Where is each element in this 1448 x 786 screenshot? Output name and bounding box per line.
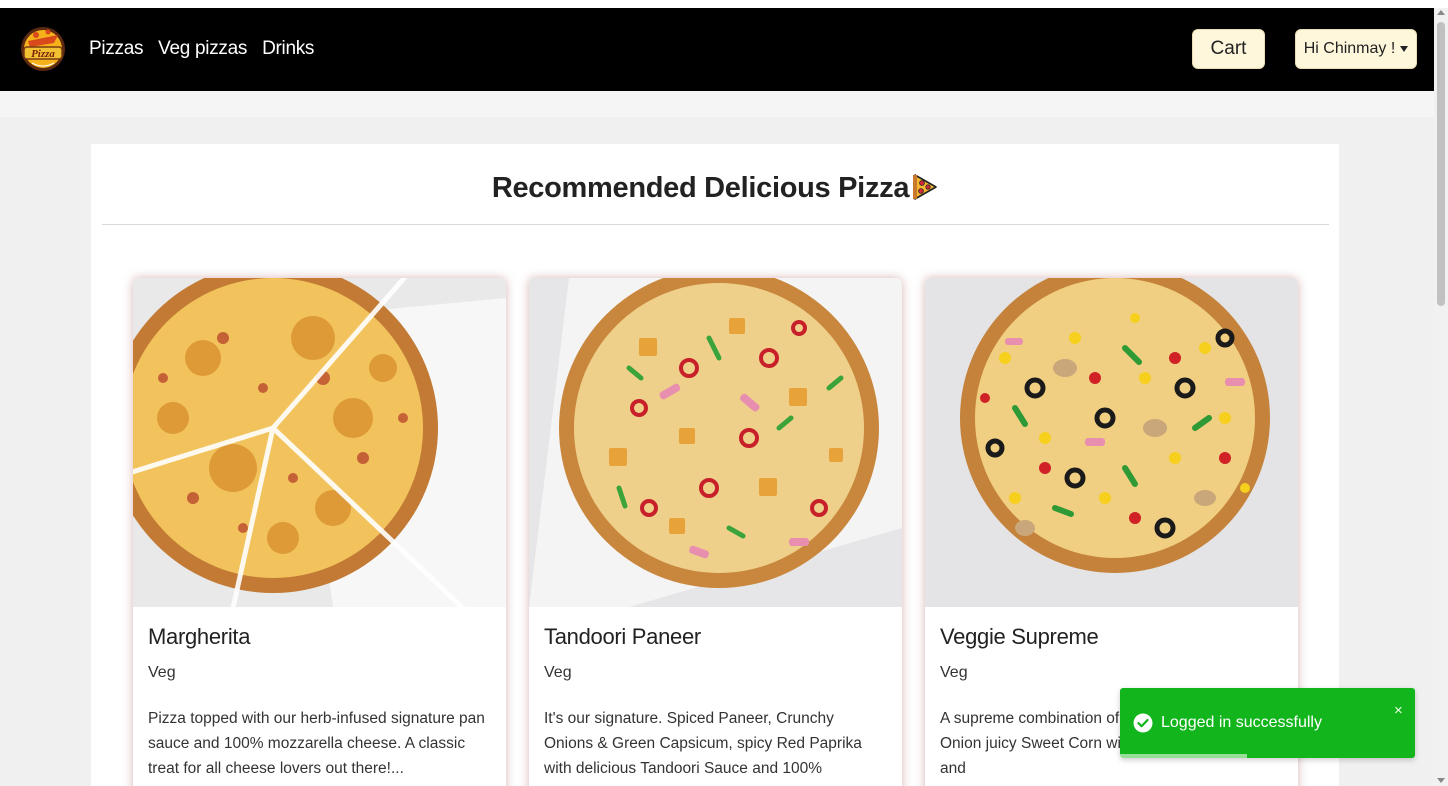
title-divider — [102, 224, 1329, 225]
card-description: It's our signature. Spiced Paneer, Crunc… — [544, 710, 862, 786]
card-type: Veg — [148, 664, 176, 681]
card-type: Veg — [544, 664, 572, 681]
tandoori-paneer-pizza-image — [529, 278, 902, 607]
top-strip — [0, 0, 1448, 8]
close-icon[interactable]: × — [1394, 702, 1403, 719]
svg-text:Pizza: Pizza — [31, 48, 55, 60]
nav-links: Pizzas Veg pizzas Drinks — [89, 38, 314, 60]
cart-button[interactable]: Cart — [1192, 29, 1265, 69]
veggie-supreme-pizza-image — [925, 278, 1298, 607]
header-band — [0, 91, 1434, 117]
card-title: Tandoori Paneer — [544, 624, 701, 649]
nav-link-veg-pizzas[interactable]: Veg pizzas — [158, 38, 247, 60]
caret-down-icon — [1400, 46, 1409, 52]
card-title: Veggie Supreme — [940, 624, 1099, 649]
check-circle-icon — [1133, 713, 1153, 733]
success-toast[interactable]: Logged in successfully × — [1120, 688, 1415, 758]
scroll-up-arrow-icon[interactable] — [1437, 10, 1445, 15]
pizza-slice-icon — [913, 174, 937, 200]
navbar: Pizza Pizzas Veg pizzas Drinks Cart Hi C… — [0, 8, 1434, 91]
toast-progress-bar — [1120, 754, 1247, 758]
nav-link-pizzas[interactable]: Pizzas — [89, 38, 143, 60]
page-scrollbar[interactable] — [1434, 8, 1448, 786]
pizza-logo[interactable]: Pizza — [18, 21, 68, 77]
section-title: Recommended Delicious Pizza — [91, 172, 1339, 205]
pizza-card-tandoori-paneer[interactable]: Tandoori Paneer Veg It's our signature. … — [529, 278, 902, 786]
margherita-pizza-image — [133, 278, 506, 607]
card-description: Pizza topped with our herb-infused signa… — [148, 710, 485, 777]
nav-link-drinks[interactable]: Drinks — [262, 38, 314, 60]
card-type: Veg — [940, 664, 968, 681]
pizza-card-margherita[interactable]: Margherita Veg Pizza topped with our her… — [133, 278, 506, 786]
scroll-down-arrow-icon[interactable] — [1437, 778, 1445, 783]
user-menu-dropdown[interactable]: Hi Chinmay ! — [1295, 29, 1417, 69]
section-title-text: Recommended Delicious Pizza — [491, 172, 910, 204]
scrollbar-thumb[interactable] — [1437, 22, 1445, 306]
cart-button-label: Cart — [1210, 38, 1247, 59]
user-menu-label: Hi Chinmay ! — [1303, 40, 1396, 57]
card-title: Margherita — [148, 624, 251, 649]
toast-message: Logged in successfully — [1161, 714, 1322, 731]
